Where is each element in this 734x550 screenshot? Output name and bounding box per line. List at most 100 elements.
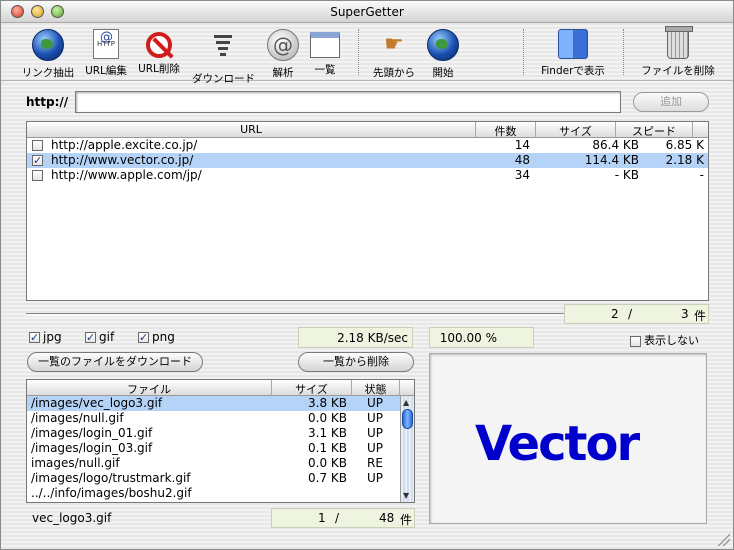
splitter[interactable] [26,313,564,316]
add-button[interactable]: 追加 [633,92,709,112]
gif-checkbox[interactable]: ✓ [85,332,96,343]
url-counter-unit: 件 [694,309,707,323]
url-table: URL 件数 サイズ スピード http://apple.excite.co.j… [26,121,709,301]
column-header-speed[interactable]: スピード [615,122,692,138]
url-checkbox[interactable] [32,170,43,181]
download-button[interactable]: ダウンロード [192,27,255,85]
png-filter[interactable]: ✓ png [138,330,175,344]
percent-display: 100.00 % [429,327,534,348]
state-cell: UP [367,426,384,440]
table-row[interactable]: ✓ http://www.vector.co.jp/ 48 114.4 KB 2… [27,153,708,168]
jpg-filter[interactable]: ✓ jpg [29,330,62,344]
file-table: ファイル サイズ 状態 /images/vec_logo3.gif 3.8 KB U… [26,379,415,503]
size-cell: 3.1 KB [308,426,347,440]
hide-preview-option[interactable]: 表示しない [630,332,699,348]
download-label: ダウンロード [192,73,255,85]
url-cell: http://www.apple.com/jp/ [51,168,202,182]
column-header-size[interactable]: サイズ [535,122,615,138]
size-cell: 0.0 KB [308,456,347,470]
size-cell: - KB [614,168,639,182]
gif-filter[interactable]: ✓ gif [85,330,114,344]
table-row[interactable]: /images/logo/trustmark.gif 0.7 KB UP [27,471,400,486]
file-cell: /images/vec_logo3.gif [31,396,163,410]
no-entry-icon [146,32,172,58]
header-corner [692,122,708,138]
table-row[interactable]: /images/login_03.gif 0.1 KB UP [27,441,400,456]
table-row[interactable]: http://apple.excite.co.jp/ 14 86.4 KB 6.… [27,138,708,153]
size-cell: 86.4 KB [592,138,639,152]
title-bar[interactable]: SuperGetter [1,1,733,23]
png-checkbox[interactable]: ✓ [138,332,149,343]
table-row[interactable]: /images/vec_logo3.gif 3.8 KB UP [27,396,400,411]
trash-icon [665,26,693,59]
toolbar-separator [623,29,624,75]
table-row[interactable]: images/null.gif 0.0 KB RE [27,456,400,471]
column-header-url[interactable]: URL [27,123,475,136]
table-row[interactable]: http://www.apple.com/jp/ 34 - KB - [27,168,708,183]
jpg-checkbox[interactable]: ✓ [29,332,40,343]
state-cell: UP [367,441,384,455]
jpg-label: jpg [43,330,62,344]
list-label: 一覧 [314,64,336,76]
list-button[interactable]: 一覧 [294,27,356,79]
file-cell: /images/logo/trustmark.gif [31,471,191,485]
delete-files-button[interactable]: ファイルを削除 [638,26,718,79]
column-header-file[interactable]: ファイル [27,381,271,397]
scroll-down-arrow-icon[interactable]: ▼ [403,491,409,500]
column-header-count[interactable]: 件数 [475,122,535,138]
toolbar-separator [358,29,359,75]
file-table-header: ファイル サイズ 状態 [27,380,414,396]
size-cell: 114.4 KB [584,153,639,167]
state-cell: UP [367,471,384,485]
column-header-state[interactable]: 状態 [351,380,399,396]
hide-preview-checkbox[interactable] [630,335,641,347]
file-cell: images/null.gif [31,456,120,470]
finder-icon [558,29,588,59]
delete-files-label: ファイルを削除 [641,65,715,77]
delete-url-button[interactable]: URL削除 [128,27,190,79]
show-in-finder-button[interactable]: Finderで表示 [539,27,607,79]
file-cell: /images/null.gif [31,411,124,425]
speed-cell: - [699,168,704,182]
url-cell: http://www.vector.co.jp/ [51,153,194,167]
url-input[interactable] [75,91,621,113]
file-counter-unit: 件 [400,513,413,527]
file-cell: /images/login_03.gif [31,441,153,455]
start-button[interactable]: 開始 [412,27,474,79]
column-header-size[interactable]: サイズ [271,380,351,396]
remove-from-list-button[interactable]: 一覧から削除 [298,352,414,372]
download-list-button[interactable]: 一覧のファイルをダウンロード [27,352,203,372]
image-preview: Vector [429,353,707,524]
table-row[interactable]: /images/login_01.gif 3.1 KB UP [27,426,400,441]
file-cell: ../../info/images/boshu2.gif [31,486,192,500]
start-label: 開始 [432,67,454,79]
pointing-hand-icon: ☛ [384,32,404,57]
resize-grip-icon[interactable] [716,532,730,546]
globe-icon [427,29,459,61]
url-checkbox[interactable] [32,140,43,151]
file-counter-total: 48 [379,511,395,525]
gif-label: gif [99,330,115,344]
speed-cell: 2.18 K [665,153,704,167]
header-corner [399,380,414,396]
url-checkbox[interactable]: ✓ [32,155,43,166]
table-row[interactable]: /images/null.gif 0.0 KB UP [27,411,400,426]
url-counter-current: 2 [611,307,619,321]
scroll-thumb[interactable] [402,409,413,429]
window-title: SuperGetter [330,5,404,19]
url-counter-sep: / [628,307,633,321]
count-cell: 14 [514,138,530,152]
file-counter: 1 / 48 件 [271,508,415,528]
file-cell: /images/login_01.gif [31,426,153,440]
file-counter-sep: / [335,511,340,525]
toolbar-separator [523,29,524,75]
delete-url-label: URL削除 [138,63,180,75]
size-cell: 0.1 KB [308,441,347,455]
extract-links-button[interactable]: リンク抽出 [17,27,79,79]
file-table-scrollbar[interactable]: ▲ ▼ [400,396,414,502]
state-cell: RE [367,456,383,470]
list-window-icon [310,32,340,58]
table-row[interactable]: ../../info/images/boshu2.gif [27,486,400,501]
hide-preview-label: 表示しない [644,334,699,347]
scroll-up-arrow-icon[interactable]: ▲ [403,398,409,407]
